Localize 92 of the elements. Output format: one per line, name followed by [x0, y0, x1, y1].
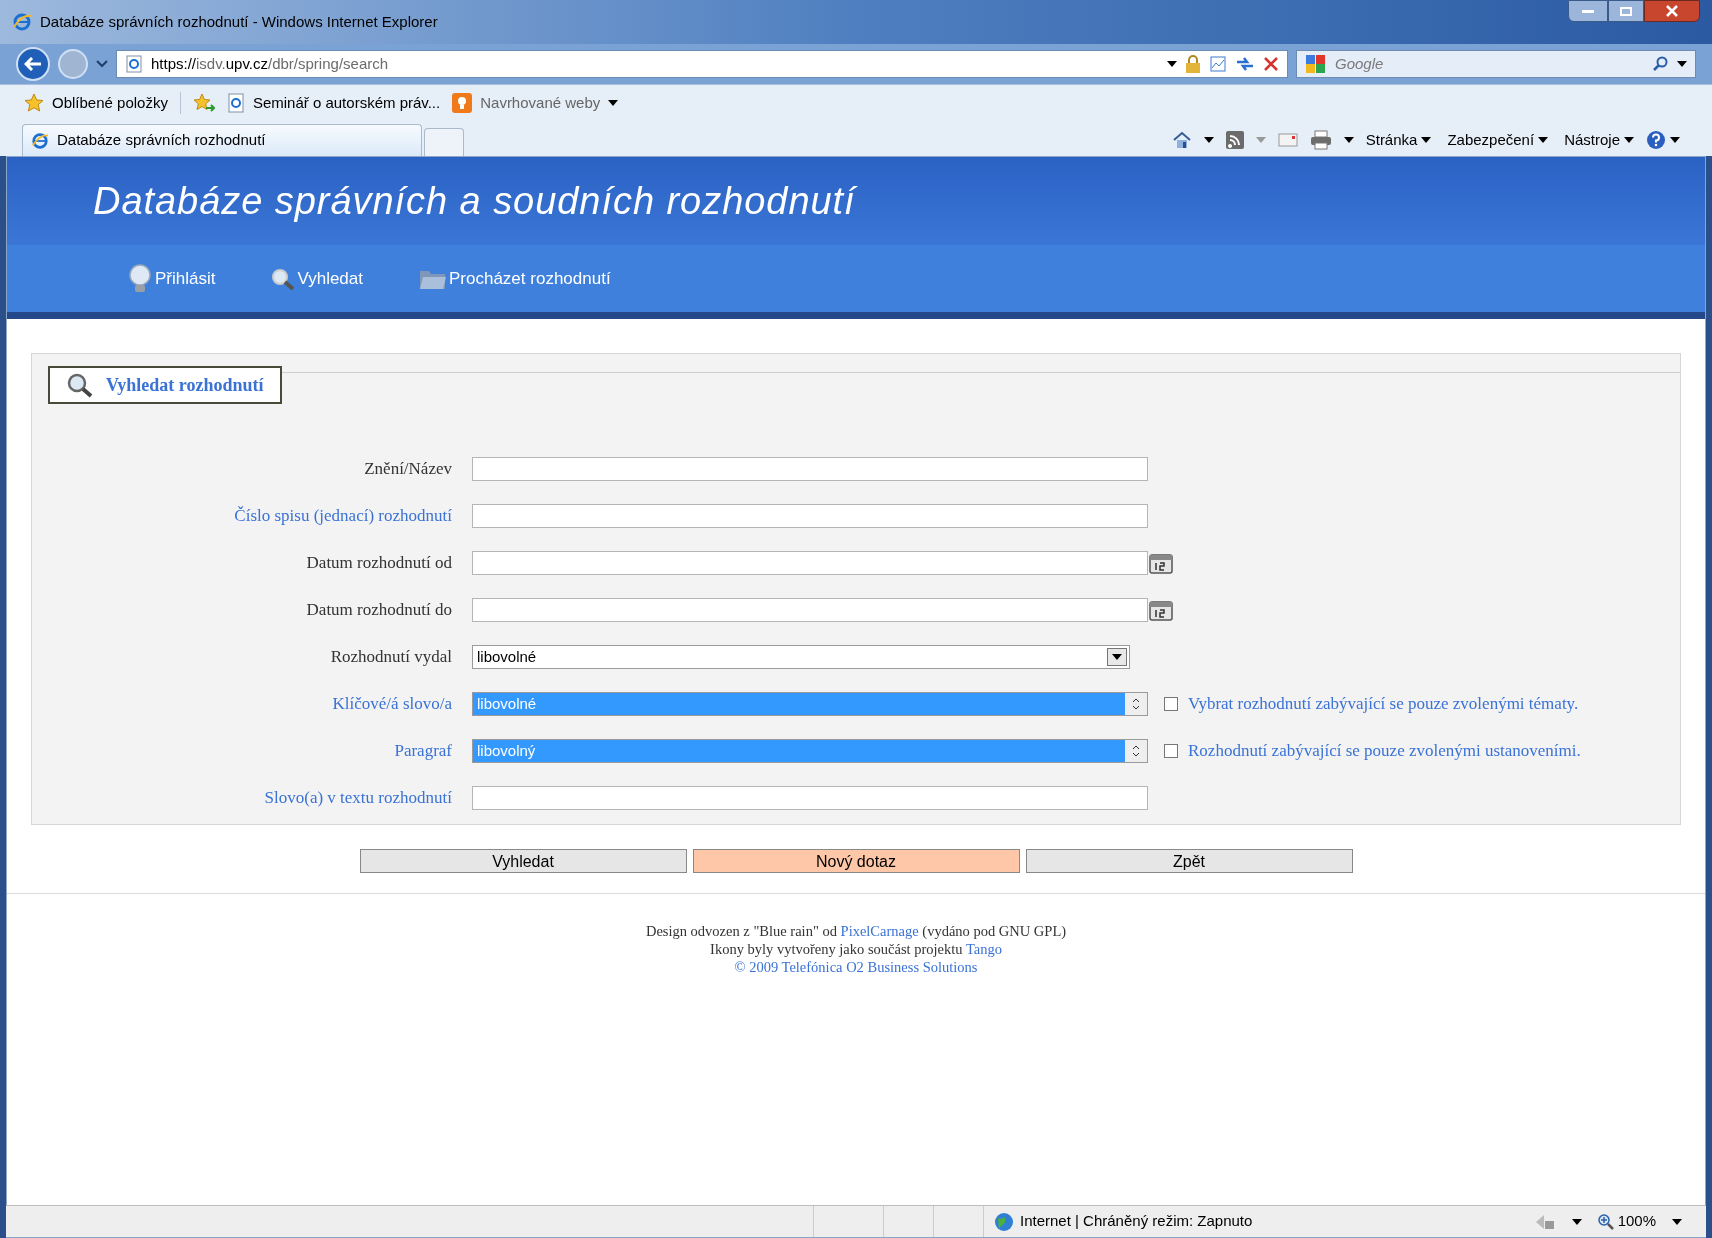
command-bar-menu[interactable]: Nástroje — [1564, 128, 1634, 152]
nav-link[interactable]: Vyhledat — [271, 265, 363, 292]
compatibility-view-icon — [1209, 55, 1227, 73]
search-bar[interactable]: Google — [1296, 50, 1696, 78]
checkbox[interactable] — [1164, 744, 1178, 758]
field-label-link[interactable]: Paragraf — [48, 738, 472, 764]
add-favorite-icon[interactable] — [192, 93, 215, 113]
text-field[interactable] — [472, 504, 1148, 528]
calendar-icon[interactable] — [1148, 598, 1174, 622]
browser-tab[interactable]: Databáze správních rozhodnutí — [22, 124, 422, 156]
footer-link[interactable]: PixelCarnage — [840, 923, 919, 939]
footer-link[interactable]: © 2009 Telefónica O2 Business Solutions — [734, 958, 978, 976]
nav-link[interactable]: Přihlásit — [127, 262, 216, 295]
form-button[interactable]: Vyhledat — [359, 849, 687, 873]
field-label: Znění/Název — [363, 458, 453, 481]
checkbox-label[interactable]: Rozhodnutí zabývající se pouze zvolenými ustanoveními. — [1188, 738, 1581, 764]
search-provider-logo-icon — [1305, 54, 1327, 74]
dropdown-caret-icon — [1112, 654, 1122, 660]
field-label: Datum rozhodnutí do — [305, 599, 453, 622]
field-label-link[interactable]: Číslo spisu (jednací) rozhodnutí — [48, 503, 472, 529]
back-arrow-icon — [24, 57, 42, 71]
zoom-icon — [1597, 1213, 1614, 1230]
text-field[interactable] — [472, 786, 1148, 810]
page-icon — [226, 93, 245, 113]
favorites-bar-link[interactable]: Oblíbené položky — [24, 91, 168, 115]
text-field[interactable] — [472, 598, 1148, 622]
dropdown-caret-icon[interactable] — [1672, 1218, 1682, 1225]
dropdown-caret-icon[interactable] — [1571, 1218, 1582, 1225]
printer-icon[interactable] — [1309, 130, 1332, 150]
favorites-bar-link[interactable]: Seminář o autorském práv... — [226, 91, 441, 115]
dropdown-caret-icon — [1670, 137, 1680, 143]
close-button[interactable] — [1644, 0, 1700, 22]
text-field[interactable] — [472, 457, 1148, 481]
footer-link[interactable]: Tango — [965, 941, 1002, 957]
text-field[interactable] — [472, 551, 1148, 575]
minimize-button[interactable] — [1568, 0, 1608, 22]
mail-icon[interactable] — [1277, 133, 1298, 147]
back-button[interactable] — [16, 47, 50, 81]
dropdown-caret-icon — [1421, 137, 1432, 143]
stop-icon — [1263, 56, 1279, 72]
dropdown-caret-icon — [1677, 61, 1687, 67]
zoom-level[interactable]: 100% — [1617, 1210, 1656, 1233]
checkbox-label[interactable]: Vybrat rozhodnutí zabývající se pouze zvolenými tématy. — [1188, 691, 1579, 717]
star-icon — [24, 93, 44, 113]
dropdown-caret-icon[interactable] — [1343, 137, 1354, 143]
help-icon — [1646, 130, 1666, 150]
page-title: Databáze správních a soudních rozhodnutí — [93, 178, 856, 224]
dropdown-caret-icon — [608, 100, 619, 106]
dropdown-field[interactable]: libovolné — [472, 645, 1130, 669]
feed-icon[interactable] — [1225, 131, 1244, 149]
status-zone-text: Internet | Chráněný režim: Zapnuto — [1020, 1211, 1253, 1232]
field-label-link[interactable]: Slovo(a) v textu rozhodnutí — [48, 785, 472, 811]
maximize-button[interactable] — [1608, 0, 1644, 22]
form-legend: Vyhledat rozhodnutí — [48, 366, 282, 404]
command-bar-menu[interactable]: Zabezpečení — [1447, 128, 1549, 152]
form-button[interactable]: Nový dotaz — [692, 849, 1020, 873]
dropdown-caret-icon[interactable] — [1203, 137, 1214, 143]
dropdown-caret-icon — [1167, 61, 1177, 67]
checkbox[interactable] — [1164, 697, 1178, 711]
favorites-bar-link[interactable]: Navrhované weby — [452, 91, 619, 115]
search-input[interactable]: Google — [1335, 52, 1645, 76]
calendar-icon[interactable] — [1148, 551, 1174, 575]
field-label: Rozhodnutí vydal — [329, 646, 453, 669]
magnifier-icon — [271, 267, 296, 290]
command-bar-menu[interactable]: Stránka — [1365, 128, 1432, 152]
lightbulb-icon — [127, 262, 153, 295]
close-icon — [1666, 5, 1678, 17]
url-text: https://isdv.upv.cz/dbr/spring/search — [151, 53, 389, 74]
form-button[interactable]: Zpět — [1025, 849, 1353, 873]
scroll-arrows-icon[interactable] — [1125, 693, 1147, 715]
dropdown-caret-icon — [1624, 137, 1634, 143]
nav-link[interactable]: Procházet rozhodnutí — [419, 265, 611, 292]
home-icon[interactable] — [1171, 130, 1192, 150]
browser-logo-icon — [31, 131, 49, 150]
refresh-icon — [1235, 55, 1255, 73]
globe-icon — [994, 1211, 1014, 1232]
field-label-link[interactable]: Klíčové/á slovo/a — [48, 691, 472, 717]
browser-logo-icon — [12, 12, 32, 32]
lightbulb-icon — [452, 93, 473, 113]
field-label: Datum rozhodnutí od — [305, 552, 453, 575]
window-title: Databáze správních rozhodnutí - Windows Internet Explorer — [40, 11, 438, 32]
address-field[interactable]: https://isdv.upv.cz/dbr/spring/search — [116, 50, 1288, 78]
search-icon — [1653, 56, 1669, 72]
dropdown-caret-icon — [96, 60, 108, 68]
footer-text: Ikony byly vytvořeny jako součást projektu Tango — [710, 940, 1002, 958]
footer-text: Design odvozen z "Blue rain" od PixelCarnage (vydáno pod GNU GPL) — [645, 922, 1067, 940]
padlock-icon — [1185, 54, 1201, 74]
page-icon — [125, 55, 143, 73]
dropdown-caret-icon — [1538, 137, 1549, 143]
magnifier-icon — [66, 372, 94, 398]
help-button[interactable] — [1646, 130, 1680, 150]
scroll-arrows-icon[interactable] — [1125, 740, 1147, 762]
